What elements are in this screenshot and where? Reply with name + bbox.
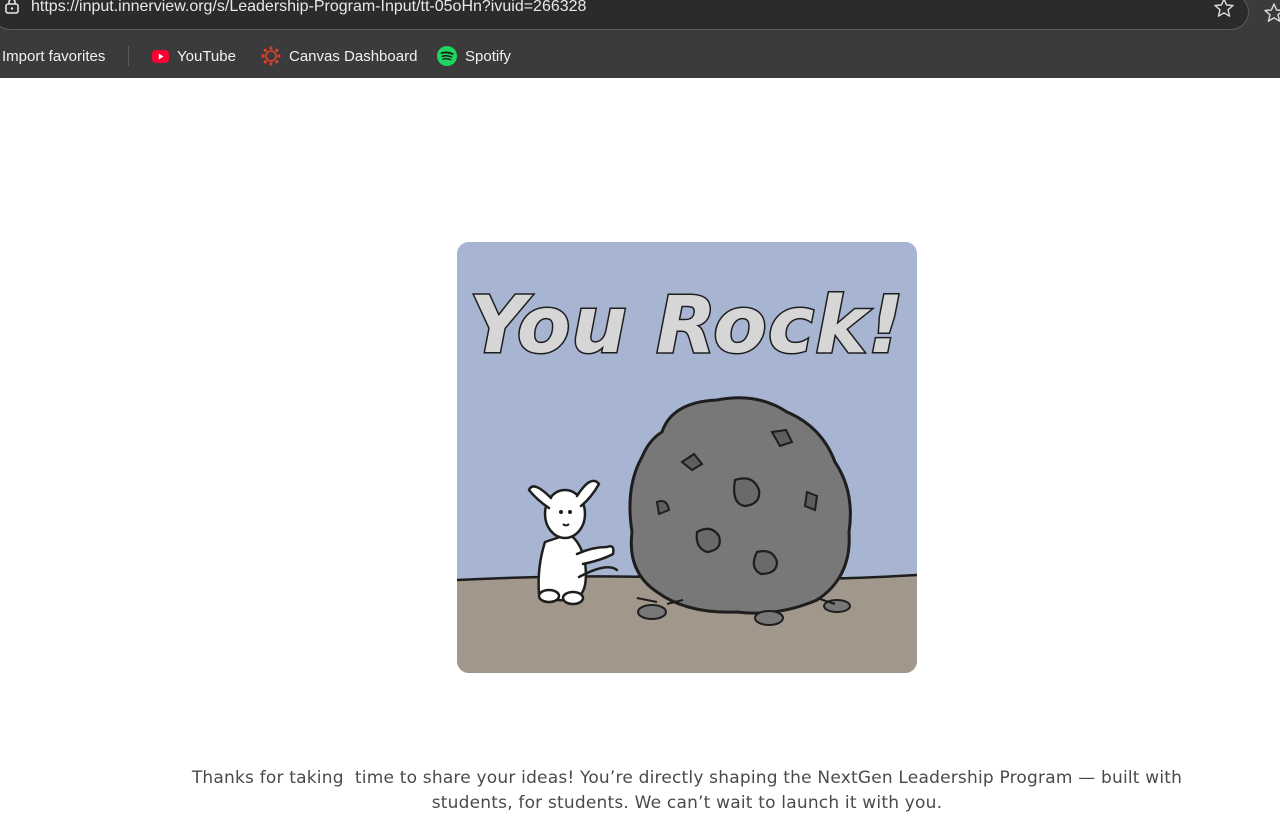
lock-icon[interactable] [3,0,21,15]
bookmark-label: YouTube [177,47,236,65]
favorites-star-icon[interactable] [1262,1,1280,25]
canvas-icon [261,46,281,66]
bookmark-label: Import favorites [2,47,106,65]
you-rock-illustration: You Rock! [457,242,917,673]
image-title-text: You Rock! [469,281,904,371]
thank-you-message: Thanks for taking time to share your ide… [191,768,1188,813]
spotify-icon [437,46,457,66]
you-rock-image: You Rock! [457,242,917,673]
star-icon[interactable] [1212,0,1236,20]
bookmark-canvas-dashboard[interactable]: Canvas Dashboard [261,42,417,70]
bookmark-youtube[interactable]: YouTube [152,42,236,70]
bookmarks-bar: Import favorites YouTube Canvas Dashboar… [0,42,1280,70]
bookmark-spotify[interactable]: Spotify [437,42,511,70]
browser-chrome: https://input.innerview.org/s/Leadership… [0,0,1280,78]
page-content: You Rock! Thanks for taking time to shar… [0,78,1280,836]
youtube-icon [152,49,169,63]
bookmark-import-favorites[interactable]: Import favorites [2,42,105,70]
url-text[interactable]: https://input.innerview.org/s/Leadership… [31,0,586,17]
address-bar[interactable]: https://input.innerview.org/s/Leadership… [0,0,1249,30]
bookmark-label: Canvas Dashboard [289,47,418,65]
bookmark-divider [128,46,129,66]
bookmark-label: Spotify [465,47,511,65]
